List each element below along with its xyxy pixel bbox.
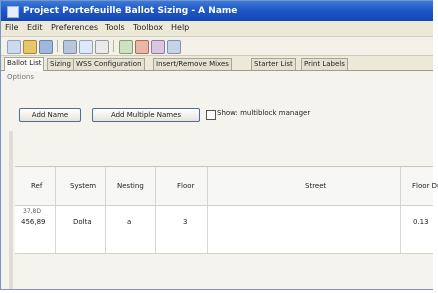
- column-header-floor-du[interactable]: Floor Du: [412, 182, 438, 190]
- menu-bar: File Edit Preferences Tools Toolbox Help: [1, 21, 433, 37]
- paste-icon[interactable]: [95, 40, 109, 54]
- app-window: Project Portefeuille Ballot Sizing - A N…: [0, 0, 438, 290]
- print-icon[interactable]: [63, 40, 77, 54]
- cell-ref: 456,89: [21, 218, 46, 226]
- window-title: Project Portefeuille Ballot Sizing - A N…: [23, 6, 238, 16]
- tab-starter-list[interactable]: Starter List: [251, 58, 296, 70]
- menu-toolbox[interactable]: Toolbox: [133, 23, 163, 32]
- title-bar: Project Portefeuille Ballot Sizing - A N…: [1, 1, 433, 21]
- column-header-ref[interactable]: Ref: [31, 182, 42, 190]
- column-divider: [400, 167, 401, 253]
- tab-insert-remove-mixes[interactable]: Insert/Remove Mixes: [153, 58, 232, 70]
- menu-edit[interactable]: Edit: [27, 23, 43, 32]
- tab-print-labels[interactable]: Print Labels: [301, 58, 348, 70]
- toolbar: [1, 37, 433, 56]
- tools-icon[interactable]: [151, 40, 165, 54]
- show-multiblock-checkbox[interactable]: [206, 110, 216, 120]
- toolbar-separator: [57, 40, 58, 52]
- add-name-button[interactable]: Add Name: [19, 108, 81, 122]
- cell-nesting: a: [127, 218, 132, 226]
- column-header-nesting[interactable]: Nesting: [117, 182, 144, 190]
- column-header-system[interactable]: System: [70, 182, 96, 190]
- column-header-street[interactable]: Street: [305, 182, 326, 190]
- copy-icon[interactable]: [79, 40, 93, 54]
- ballot-table: Ref System Nesting Floor Street Floor Du…: [15, 166, 438, 254]
- menu-help[interactable]: Help: [171, 23, 189, 32]
- toolbar-separator: [113, 40, 114, 52]
- show-multiblock-label: Show: multiblock manager: [217, 109, 311, 117]
- cell-system: Dolta: [73, 218, 92, 226]
- cell-floor-du: 0.13: [413, 218, 429, 226]
- column-header-floor[interactable]: Floor: [177, 182, 194, 190]
- add-icon[interactable]: [119, 40, 133, 54]
- column-divider: [55, 167, 56, 253]
- column-divider: [105, 167, 106, 253]
- tab-ballot-list[interactable]: Ballot List: [4, 57, 45, 71]
- column-divider: [207, 167, 208, 253]
- tab-sizing[interactable]: Sizing: [47, 58, 74, 70]
- save-icon[interactable]: [39, 40, 53, 54]
- menu-preferences[interactable]: Preferences: [51, 23, 98, 32]
- column-divider: [155, 167, 156, 253]
- app-icon: [7, 6, 19, 18]
- help-icon[interactable]: [167, 40, 181, 54]
- menu-file[interactable]: File: [5, 23, 18, 32]
- left-scroll-margin: [9, 131, 13, 289]
- menu-tools[interactable]: Tools: [105, 23, 125, 32]
- cell-ref-secondary: 37,8D: [23, 208, 41, 215]
- add-multiple-names-button[interactable]: Add Multiple Names: [92, 108, 200, 122]
- table-header-row: Ref System Nesting Floor Street Floor Du: [15, 167, 438, 206]
- cell-floor: 3: [183, 218, 188, 226]
- delete-icon[interactable]: [135, 40, 149, 54]
- table-row[interactable]: 37,8D 456,89 Dolta a 3 0.13: [15, 206, 433, 254]
- tab-wss-configuration[interactable]: WSS Configuration: [73, 58, 145, 70]
- options-label: Options: [7, 73, 35, 81]
- open-icon[interactable]: [23, 40, 37, 54]
- new-icon[interactable]: [7, 40, 21, 54]
- tab-strip: Ballot List Sizing WSS Configuration Ins…: [1, 56, 433, 71]
